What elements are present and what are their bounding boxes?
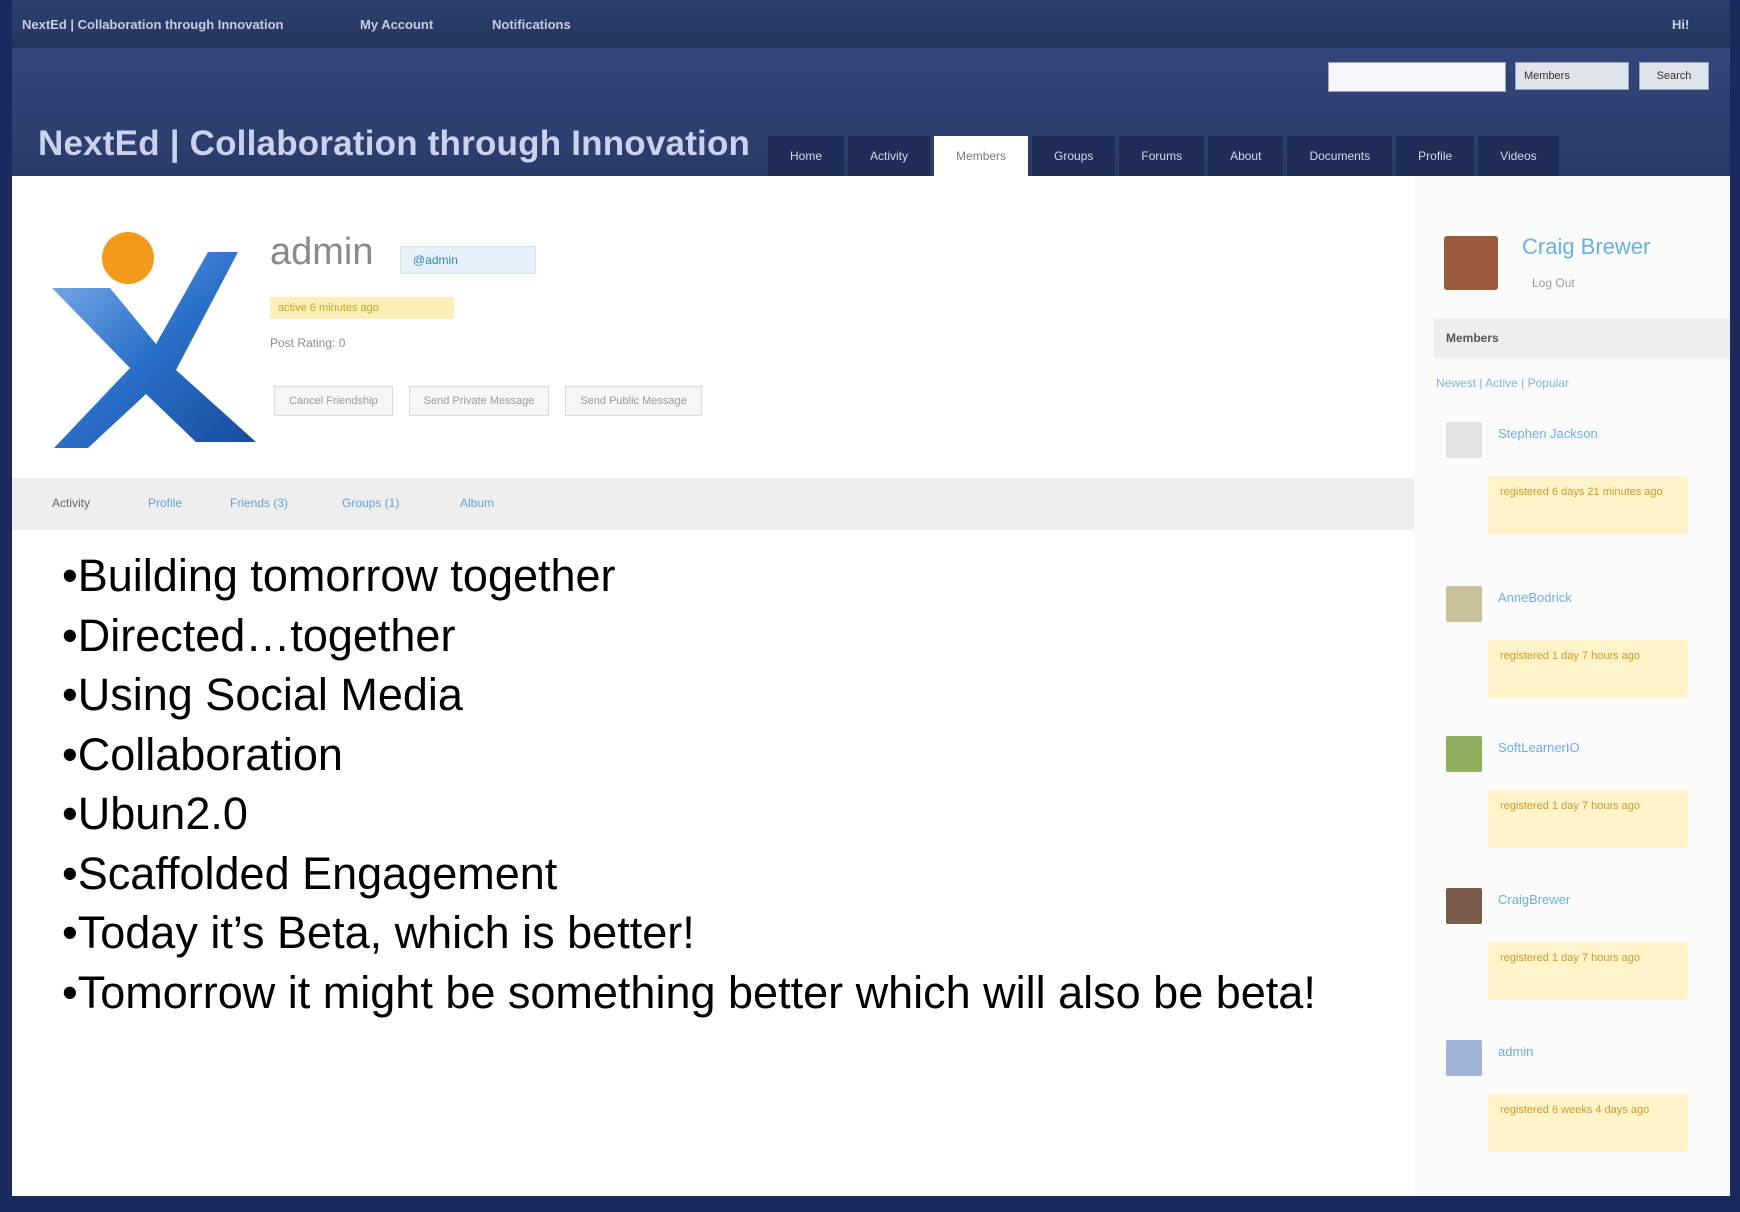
profile-avatar-logo-icon <box>52 232 256 448</box>
slide-frame-left <box>0 0 12 1212</box>
bullet-item: •Building tomorrow together <box>62 550 616 601</box>
profile-tab-friends[interactable]: Friends (3) <box>230 496 288 510</box>
member-item: Stephen Jackson registered 6 days 21 min… <box>1446 422 1720 552</box>
current-user-name[interactable]: Craig Brewer <box>1522 234 1650 260</box>
member-name[interactable]: Stephen Jackson <box>1498 426 1598 441</box>
profile-name: admin <box>270 231 374 273</box>
search-button[interactable]: Search <box>1639 62 1709 90</box>
bullet-item: •Collaboration <box>62 728 343 780</box>
post-rating: Post Rating: 0 <box>270 336 346 350</box>
member-item: CraigBrewer registered 1 day 7 hours ago <box>1446 888 1720 1018</box>
member-name[interactable]: CraigBrewer <box>1498 892 1570 907</box>
member-name[interactable]: SoftLearnerIO <box>1498 740 1580 755</box>
send-public-message-button[interactable]: Send Public Message <box>565 386 702 416</box>
profile-actions: Cancel Friendship Send Private Message S… <box>274 386 718 416</box>
site-header: Members Search NextEd | Collaboration th… <box>12 48 1730 176</box>
member-avatar[interactable] <box>1446 888 1482 924</box>
member-avatar[interactable] <box>1446 736 1482 772</box>
bullet-item: •Directed…together <box>62 609 456 661</box>
member-item: admin registered 6 weeks 4 days ago <box>1446 1040 1720 1170</box>
member-name[interactable]: AnneBodrick <box>1498 590 1572 605</box>
admin-bar-site-link[interactable]: NextEd | Collaboration through Innovatio… <box>22 17 283 32</box>
profile-tab-album[interactable]: Album <box>460 496 494 510</box>
profile-tabs: Activity Profile Friends (3) Groups (1) … <box>12 478 1414 530</box>
member-registered-note: registered 6 weeks 4 days ago <box>1488 1094 1688 1152</box>
bullet-item: •Using Social Media <box>62 669 463 720</box>
status-badge: active 6 minutes ago <box>270 297 454 319</box>
admin-bar: NextEd | Collaboration through Innovatio… <box>12 0 1730 48</box>
member-avatar[interactable] <box>1446 586 1482 622</box>
profile-tab-groups[interactable]: Groups (1) <box>342 496 399 510</box>
profile-tab-activity[interactable]: Activity <box>52 496 90 510</box>
search-input[interactable] <box>1328 62 1506 92</box>
cancel-friendship-button[interactable]: Cancel Friendship <box>274 386 393 416</box>
member-name[interactable]: admin <box>1498 1044 1533 1059</box>
nav-tab-documents[interactable]: Documents <box>1287 136 1393 176</box>
bullet-item: •Ubun2.0 <box>62 788 248 839</box>
member-avatar[interactable] <box>1446 422 1482 458</box>
admin-bar-my-account[interactable]: My Account <box>360 17 433 32</box>
bullet-list: •Building tomorrow together •Directed…to… <box>62 546 1362 1022</box>
member-item: SoftLearnerIO registered 1 day 7 hours a… <box>1446 736 1720 866</box>
send-private-message-button[interactable]: Send Private Message <box>408 386 550 416</box>
member-avatar[interactable] <box>1446 1040 1482 1076</box>
slide-frame-bottom <box>0 1196 1740 1212</box>
admin-bar-user[interactable]: Hi! <box>1672 17 1689 32</box>
nav-tab-members[interactable]: Members <box>934 136 1029 176</box>
bullet-item: •Tomorrow it might be something better w… <box>62 966 1316 1018</box>
nav-tab-home[interactable]: Home <box>768 136 845 176</box>
member-registered-note: registered 1 day 7 hours ago <box>1488 640 1688 698</box>
admin-bar-notifications[interactable]: Notifications <box>492 17 571 32</box>
current-user-avatar[interactable] <box>1444 236 1498 290</box>
member-registered-note: registered 1 day 7 hours ago <box>1488 942 1688 1000</box>
nav-tab-profile[interactable]: Profile <box>1396 136 1475 176</box>
role-badge: @admin <box>400 246 536 274</box>
bullet-item: •Today it’s Beta, which is better! <box>62 907 695 958</box>
member-item: AnneBodrick registered 1 day 7 hours ago <box>1446 586 1720 716</box>
member-registered-note: registered 1 day 7 hours ago <box>1488 790 1688 848</box>
logout-link[interactable]: Log Out <box>1532 276 1575 290</box>
nav-tab-groups[interactable]: Groups <box>1032 136 1116 176</box>
members-filter-links[interactable]: Newest | Active | Popular <box>1436 376 1569 390</box>
main-nav: Home Activity Members Groups Forums Abou… <box>768 136 1563 176</box>
site-title: NextEd | Collaboration through Innovatio… <box>38 124 751 163</box>
profile-tab-profile[interactable]: Profile <box>148 496 182 510</box>
nav-tab-forums[interactable]: Forums <box>1119 136 1205 176</box>
bullet-item: •Scaffolded Engagement <box>62 847 558 899</box>
member-registered-note: registered 6 days 21 minutes ago <box>1488 476 1688 534</box>
nav-tab-activity[interactable]: Activity <box>848 136 931 176</box>
sidebar: Craig Brewer Log Out Members Newest | Ac… <box>1414 176 1730 1196</box>
members-widget-heading: Members <box>1434 318 1730 358</box>
nav-tab-videos[interactable]: Videos <box>1478 136 1559 176</box>
search-scope-select[interactable]: Members <box>1515 62 1629 90</box>
nav-tab-about[interactable]: About <box>1208 136 1284 176</box>
